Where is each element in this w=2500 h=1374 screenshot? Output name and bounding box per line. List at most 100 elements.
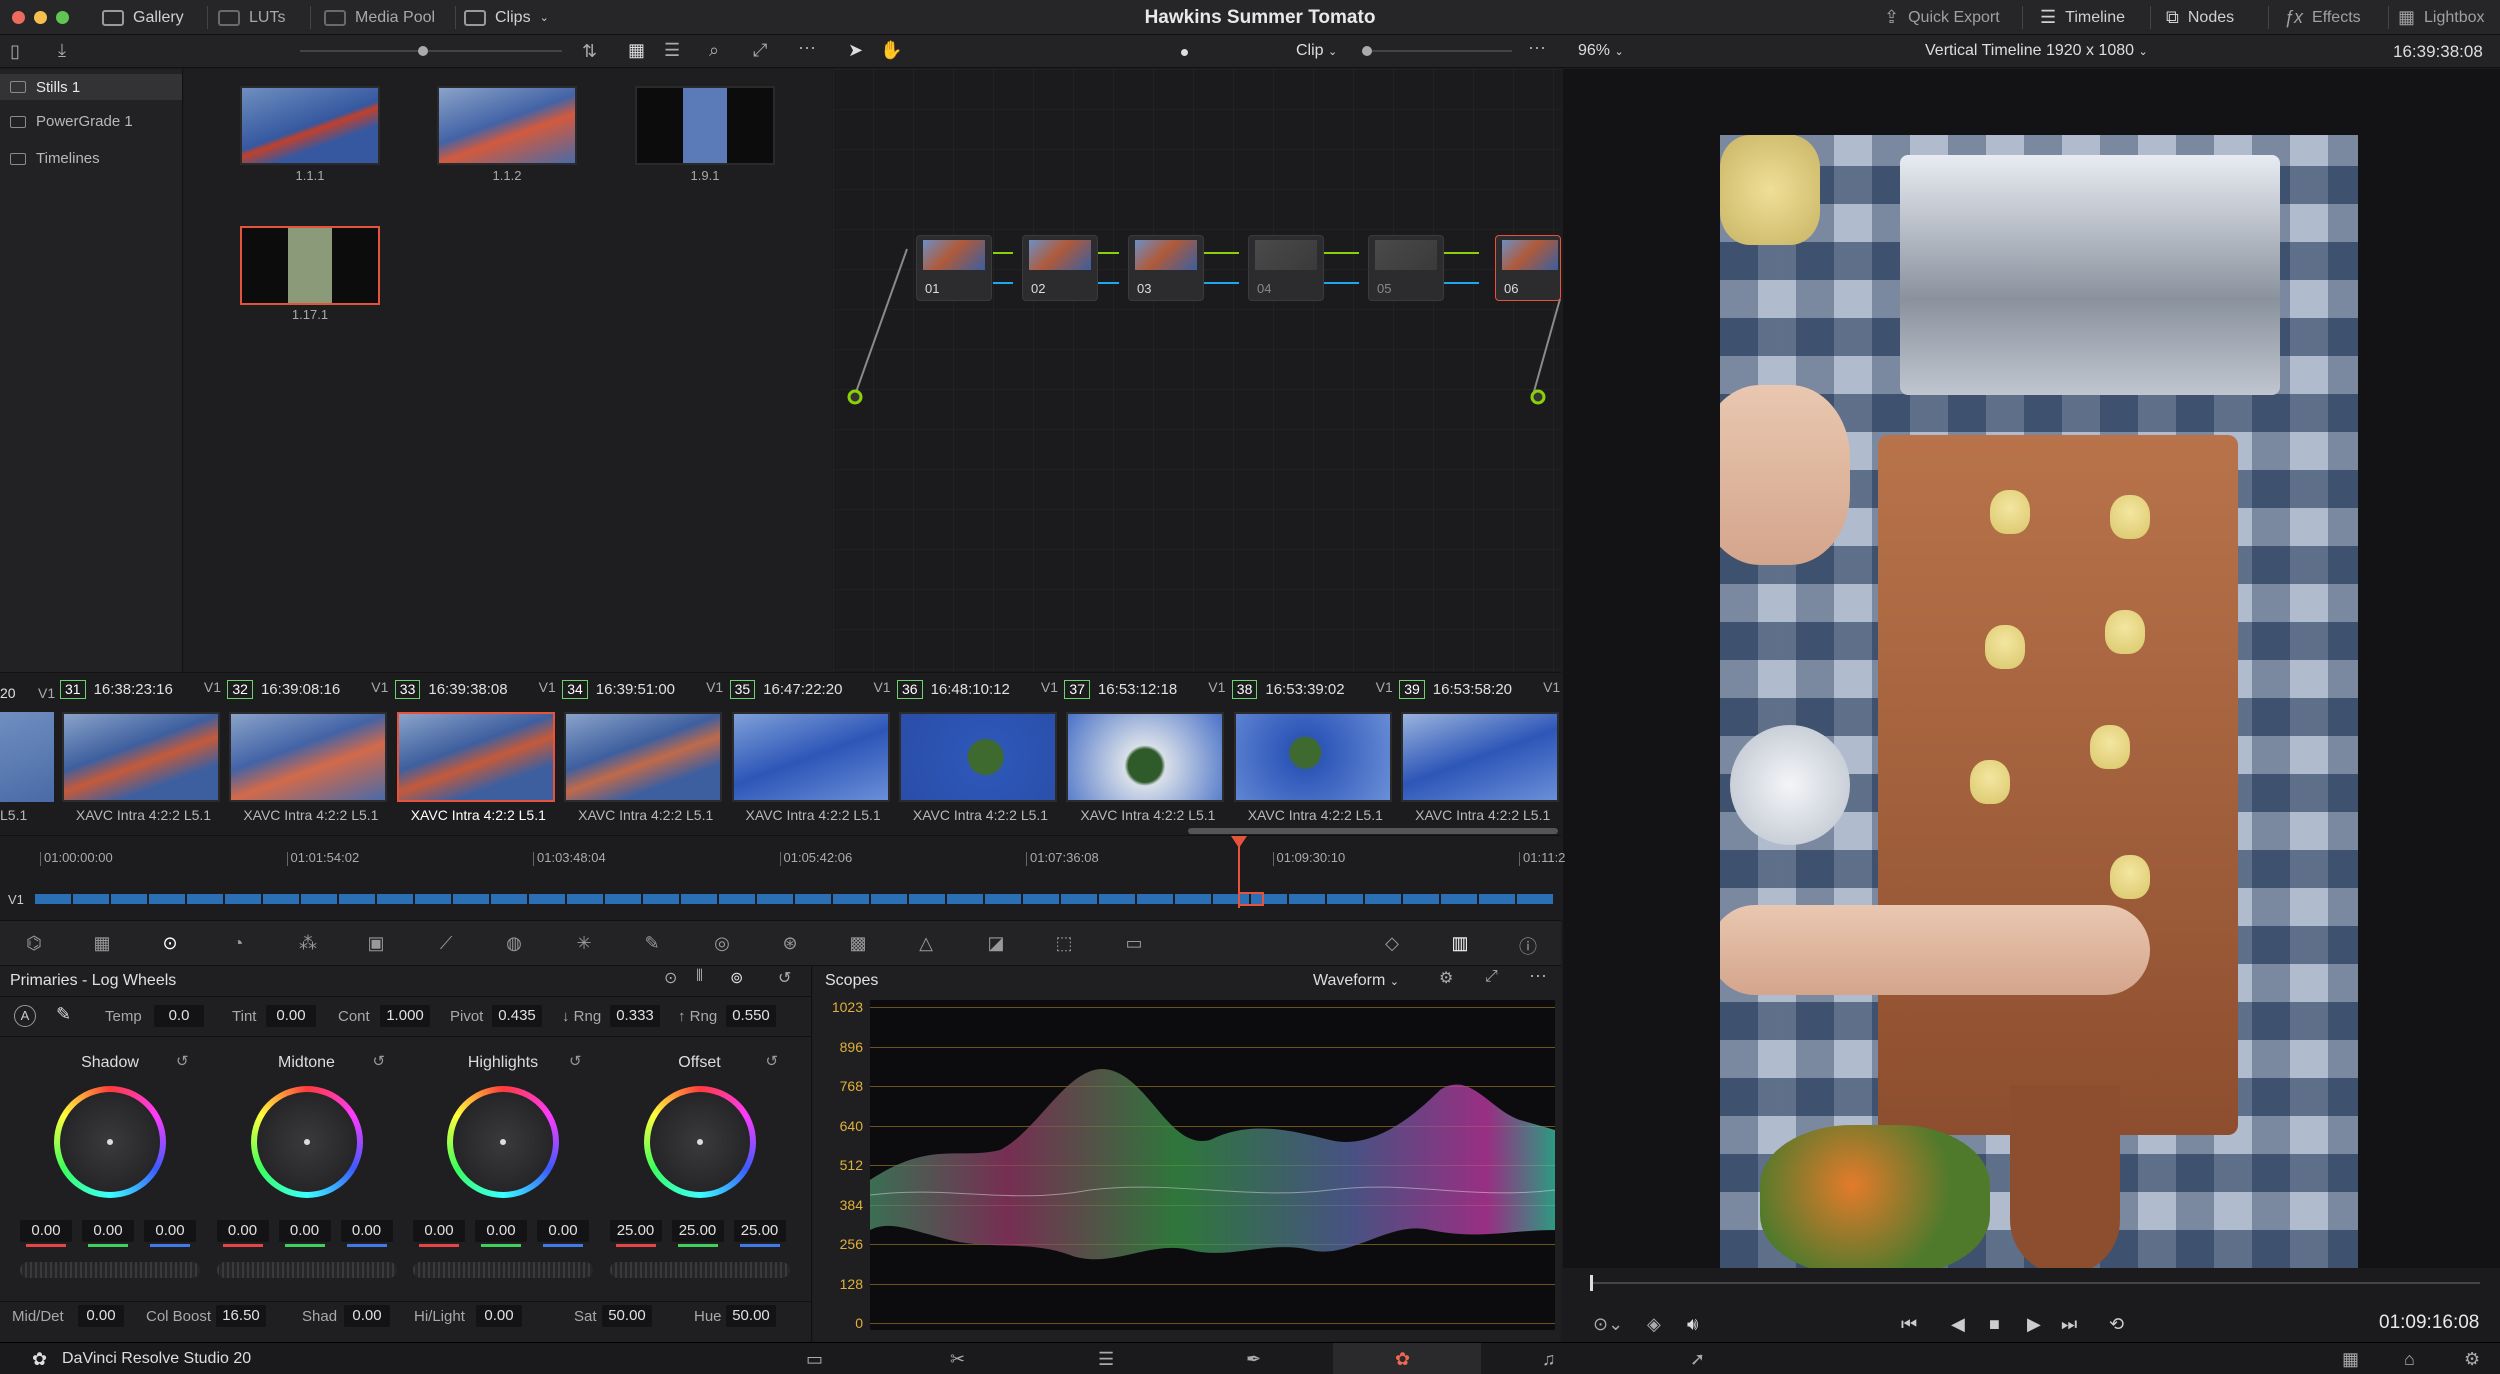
white-balance-picker-icon[interactable]: ✎ [56, 1004, 71, 1025]
wheel-value-field[interactable]: 25.00 [609, 1220, 662, 1242]
scope-settings-icon[interactable]: ⚙ [1439, 968, 1453, 988]
grid-view-icon[interactable]: ▦ [628, 40, 645, 61]
clip-thumbnail[interactable] [1401, 712, 1560, 802]
clip-strip-scrollbar[interactable] [1188, 828, 1558, 834]
wheel-value-field[interactable]: 0.00 [20, 1220, 72, 1242]
scopes-icon[interactable]: ▥ [1448, 933, 1472, 955]
timeline-clips-track[interactable] [35, 894, 1555, 904]
still-thumbnail-selected[interactable] [240, 226, 380, 305]
clip-35[interactable]: 35 16:47:22:20 V1 XAVC Intra 4:2:2 L5.1 [729, 673, 897, 836]
color-wheel[interactable] [643, 1086, 756, 1198]
clip-36[interactable]: 36 16:48:10:12 V1 XAVC Intra 4:2:2 L5.1 [897, 673, 1064, 836]
clip-thumbnail[interactable] [396, 712, 555, 802]
window-icon[interactable]: ◎ [710, 933, 734, 955]
master-wheel-jog[interactable] [216, 1262, 397, 1278]
saturation-field[interactable]: 50.00 [602, 1305, 652, 1327]
sizing-icon[interactable]: ⬚ [1052, 933, 1076, 955]
more-options-icon[interactable]: ⋯ [798, 38, 816, 59]
still-thumbnail[interactable] [635, 86, 775, 165]
clip-thumbnail[interactable] [229, 712, 388, 802]
clips-button[interactable]: Clips ⌄ [464, 0, 549, 35]
scope-expand-icon[interactable]: ⤢ [1485, 968, 1498, 986]
clip-39[interactable]: 39 16:53:58:20 V1 XAVC Intra 4:2:2 L5.1 [1399, 673, 1566, 836]
hdr-icon[interactable]: ◔ [226, 933, 250, 955]
clip-38[interactable]: 38 16:53:39:02 V1 XAVC Intra 4:2:2 L5.1 [1231, 673, 1399, 836]
jump-start-icon[interactable]: ⏮︎ [1901, 1314, 1917, 1335]
eyedropper-icon[interactable]: ✎ [640, 933, 664, 955]
play-icon[interactable]: ▶︎ [2027, 1314, 2041, 1335]
wheel-value-field[interactable]: 0.00 [144, 1220, 196, 1242]
clip-34[interactable]: 34 16:39:51:00 V1 XAVC Intra 4:2:2 L5.1 [562, 673, 729, 836]
cut-page-icon[interactable]: ✂ [950, 1349, 965, 1370]
color-boost-field[interactable]: 16.50 [216, 1305, 266, 1327]
speaker-icon[interactable]: 🔊︎ [1687, 1314, 1698, 1335]
wheel-reset-icon[interactable]: ↺ [373, 1052, 386, 1070]
settings-icon[interactable]: ⚙ [2464, 1349, 2480, 1370]
wheel-value-field[interactable]: 25.00 [671, 1220, 724, 1242]
log-wheels-icon[interactable]: ⊚ [730, 968, 743, 988]
effects-button[interactable]: ƒx Effects [2284, 0, 2361, 35]
timeline-button[interactable]: ☰ Timeline [2040, 0, 2125, 35]
sidebar-toggle-icon[interactable]: ▯ [10, 41, 20, 62]
sliders-mode-icon[interactable]: ⦀ [696, 968, 703, 986]
wheel-center-handle[interactable] [500, 1139, 506, 1145]
primaries-icon[interactable]: ⊙ [158, 933, 182, 955]
minimize-window-button[interactable] [34, 11, 47, 24]
jump-end-icon[interactable]: ⏭︎ [2061, 1314, 2077, 1335]
clip-thumbnail-partial[interactable] [0, 712, 54, 802]
media-page-icon[interactable]: ▭ [806, 1349, 823, 1370]
viewer-zoom-select[interactable]: 96% ⌄ [1578, 42, 1624, 60]
still-thumbnail[interactable] [240, 86, 380, 165]
pointer-tool-icon[interactable]: ➤ [848, 40, 863, 61]
scope-type-select[interactable]: Waveform ⌄ [1313, 972, 1399, 990]
deliver-page-icon[interactable]: ➚ [1690, 1349, 1705, 1370]
tint-field[interactable]: 0.00 [266, 1005, 316, 1027]
mid-detail-field[interactable]: 0.00 [78, 1305, 124, 1327]
color-warper-icon[interactable]: ◍ [502, 933, 526, 955]
master-wheel-jog[interactable] [20, 1262, 200, 1278]
clip-thumbnail[interactable] [62, 712, 220, 802]
color-wheel[interactable] [447, 1086, 559, 1198]
shadows-field[interactable]: 0.00 [344, 1305, 390, 1327]
playhead-marker-icon[interactable] [1231, 836, 1247, 848]
clip-31[interactable]: 31 16:38:23:16 V1 XAVC Intra 4:2:2 L5.1 [60, 673, 227, 836]
still-size-slider[interactable] [300, 46, 562, 56]
album-powergrade-1[interactable]: PowerGrade 1 [10, 113, 133, 130]
blur-icon[interactable]: △ [914, 933, 938, 955]
master-wheel-jog[interactable] [609, 1262, 790, 1278]
clip-37[interactable]: 37 16:53:12:18 V1 XAVC Intra 4:2:2 L5.1 [1064, 673, 1231, 836]
node-02[interactable]: 02 [1022, 235, 1098, 301]
stop-icon[interactable]: ■ [1989, 1314, 2000, 1335]
lightbox-button[interactable]: ▦ Lightbox [2398, 0, 2485, 35]
color-wheel[interactable] [250, 1086, 363, 1198]
color-wheel[interactable] [54, 1086, 166, 1198]
slider-handle[interactable] [1362, 46, 1372, 56]
wheel-center-handle[interactable] [303, 1139, 310, 1145]
node-zoom-slider[interactable] [1362, 46, 1512, 56]
node-06[interactable]: 06 [1495, 235, 1561, 301]
scrubber-playhead[interactable] [1590, 1275, 1593, 1291]
camera-raw-icon[interactable]: ⌬ [22, 933, 46, 955]
loop-icon[interactable]: ⟲ [2109, 1314, 2124, 1335]
timeline-select[interactable]: Vertical Timeline 1920 x 1080 ⌄ [1925, 42, 2148, 60]
node-04[interactable]: 04 [1248, 235, 1324, 301]
project-manager-icon[interactable]: ▦ [2342, 1349, 2359, 1370]
fusion-page-icon[interactable]: ✒ [1246, 1349, 1261, 1370]
step-back-icon[interactable]: ◀︎ [1951, 1314, 1965, 1335]
clip-thumbnail[interactable] [564, 712, 723, 802]
slider-handle[interactable] [418, 46, 428, 56]
more-options-icon[interactable]: ⋯ [1529, 966, 1547, 987]
master-wheel-jog[interactable] [413, 1262, 593, 1278]
quick-export-button[interactable]: ⇪ Quick Export [1884, 0, 2000, 35]
temp-field[interactable]: 0.0 [154, 1005, 204, 1027]
pivot-field[interactable]: 0.435 [492, 1005, 542, 1027]
tracker-icon[interactable]: ⊛ [778, 933, 802, 955]
expand-icon[interactable]: ⤢ [753, 40, 767, 61]
reset-all-icon[interactable]: ↺ [778, 968, 791, 988]
wheel-reset-icon[interactable]: ↺ [176, 1052, 189, 1070]
still-thumbnail[interactable] [437, 86, 577, 165]
clip-thumbnail[interactable] [899, 712, 1057, 802]
wheel-value-field[interactable]: 25.00 [733, 1220, 786, 1242]
low-range-field[interactable]: 0.333 [610, 1005, 660, 1027]
high-range-field[interactable]: 0.550 [726, 1005, 776, 1027]
